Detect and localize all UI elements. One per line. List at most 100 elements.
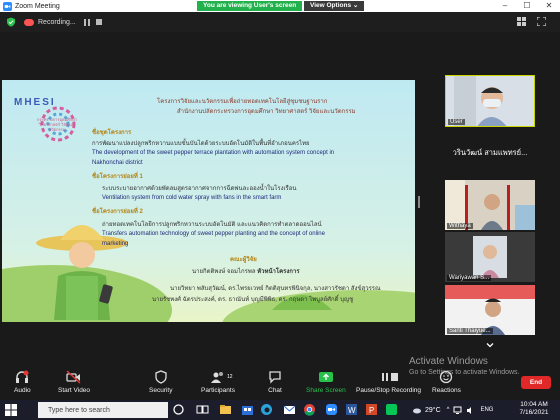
chat-label: Chat [268, 387, 282, 394]
pause-recording-icon[interactable] [83, 18, 90, 26]
language-indicator[interactable]: ENG [480, 407, 493, 413]
tray-chevron-icon[interactable]: ^ [447, 407, 450, 413]
participant-name: Withaya [447, 223, 473, 229]
project-title-th: การพัฒนาแปลงปลูกพริกหวานแบบขั้นบันไดด้วย… [92, 141, 310, 147]
ministry-logo-subtitle: กระทรวงการอุดมศึกษา วิทยาศาสตร์ วิจัยและ… [37, 117, 77, 132]
subproject-1-en: Ventilation system from cold water spray… [102, 195, 282, 201]
participant-tile-active-speaker[interactable]: User [445, 75, 535, 127]
window-title: Zoom Meeting [15, 2, 60, 10]
chrome-icon[interactable] [303, 403, 316, 416]
clock-time: 10:04 AM [520, 401, 548, 408]
share-screen-label: Share Screen [306, 387, 346, 394]
panel-splitter[interactable] [417, 80, 421, 322]
participant-tile[interactable]: Santi Thaiyue... [445, 285, 535, 335]
slide-header-2: สำนักงานปลัดกระทรวงการอุดมศึกษา วิทยาศาส… [177, 109, 356, 115]
shield-icon[interactable] [6, 17, 16, 27]
windows-start-icon[interactable] [5, 404, 17, 416]
shared-screen-slide: MHESI กระทรวงการอุดมศึกษา วิทยาศาสตร์ วิ… [2, 80, 415, 322]
fullscreen-icon[interactable] [537, 17, 546, 26]
project-lead-name: นายกิตติพงษ์ จอมไกรพล [192, 269, 256, 275]
subproject-2-en-1: Transfers automation technology of sweet… [102, 231, 325, 237]
volume-icon[interactable] [466, 406, 475, 415]
mail-icon[interactable] [283, 403, 296, 416]
reactions-label: Reactions [432, 387, 461, 394]
line-app-icon[interactable] [385, 403, 398, 416]
file-explorer-icon[interactable] [219, 403, 232, 416]
word-icon[interactable]: W [345, 403, 358, 416]
chat-icon [269, 371, 281, 384]
recording-indicator: Recording... [24, 16, 102, 28]
shield-icon [155, 370, 167, 384]
zoom-app-icon [3, 1, 12, 11]
svg-text:W: W [348, 406, 356, 415]
pause-stop-recording-button[interactable]: Pause/Stop Recording [356, 366, 421, 400]
taskbar-clock[interactable]: 10:04 AM 7/16/2021 [515, 401, 553, 417]
ministry-logo-text: MHESI [14, 97, 56, 108]
audio-label: Audio [14, 387, 31, 394]
participant-name: Wariyawan S... [447, 275, 492, 281]
project-label: ชื่อชุดโครงการ [92, 130, 132, 136]
taskbar-search-placeholder: Type here to search [48, 406, 110, 414]
share-screen-icon [318, 372, 333, 382]
participants-icon [210, 372, 223, 383]
slide-header-1: โครงการวิจัยและนวัตกรรมเพื่อถ่ายทอดเทคโน… [157, 99, 328, 105]
end-meeting-button[interactable]: End [521, 376, 551, 389]
edge-browser-icon[interactable] [260, 403, 273, 416]
svg-text:P: P [369, 406, 374, 415]
start-video-label: Start Video [58, 387, 91, 394]
participant-name: User [448, 119, 465, 125]
taskbar-search[interactable]: Type here to search [38, 402, 168, 418]
participant-tile[interactable]: Withaya [445, 180, 535, 230]
audio-button[interactable]: Audio [14, 366, 31, 400]
clock-date: 7/16/2021 [519, 409, 549, 416]
smiley-icon [440, 370, 453, 384]
minimize-button[interactable]: – [494, 0, 516, 12]
task-view-icon[interactable] [196, 403, 209, 416]
close-window-button[interactable]: ✕ [538, 0, 560, 12]
project-title-en-2: Nakhonchai district [92, 160, 143, 166]
cortana-icon[interactable] [172, 403, 185, 416]
chat-button[interactable]: Chat [268, 366, 282, 400]
view-options-button[interactable]: View Options ⌄ [304, 1, 365, 11]
splitter-grip[interactable] [418, 196, 420, 208]
pause-stop-recording-label: Pause/Stop Recording [356, 387, 422, 394]
participants-button[interactable]: Participants [201, 366, 235, 400]
participants-label: Participants [201, 387, 235, 394]
participant-name: Santi Thaiyue... [447, 328, 493, 334]
project-lead: นายกิตติพงษ์ จอมไกรพล หัวหน้าโครงการ [192, 266, 300, 276]
powerpoint-icon[interactable]: P [365, 403, 378, 416]
gallery-view-icon[interactable] [517, 17, 526, 26]
weather-cloud-icon [413, 408, 421, 414]
store-icon[interactable] [241, 403, 254, 416]
start-video-button[interactable]: Start Video [58, 366, 90, 400]
share-screen-button[interactable]: Share Screen [306, 366, 346, 400]
headphone-icon [16, 370, 29, 383]
security-label: Security [149, 387, 173, 394]
maximize-button[interactable]: ☐ [516, 0, 538, 12]
subproject-1-label: ชื่อโครงการย่อยที่ 1 [92, 174, 143, 180]
security-button[interactable]: Security [149, 366, 172, 400]
research-team-label: คณะผู้วิจัย [230, 257, 257, 263]
project-lead-role: หัวหน้าโครงการ [257, 269, 300, 275]
project-title-en-1: The development of the sweet pepper terr… [92, 150, 335, 156]
subproject-1-th: ระบบระบายอากาศด้วยพัดลมสูตรอากาศจากการฉี… [102, 186, 297, 192]
pause-stop-icon [381, 373, 398, 381]
zoom-taskbar-icon[interactable] [325, 403, 338, 416]
video-off-icon [66, 370, 81, 384]
viewing-screen-banner: You are viewing User's screen [197, 1, 303, 11]
subproject-2-label: ชื่อโครงการย่อยที่ 2 [92, 209, 143, 215]
temperature-label: 29°C [425, 406, 441, 414]
recording-label: Recording... [38, 18, 76, 26]
subproject-2-en-2: marketing [102, 241, 129, 247]
team-members-2: นายรัชพงศ์ ฉัตรประสงค์, ดร. ธาณันท์ บุญม… [152, 297, 354, 303]
participant-tile[interactable]: Wariyawan S... [445, 232, 535, 282]
stop-recording-icon[interactable] [95, 19, 102, 25]
system-tray: 29°C ^ ENG [412, 401, 493, 419]
participants-count: 12 [227, 374, 233, 380]
network-icon[interactable] [453, 406, 462, 415]
team-members-1: นายวิทยา พลับสุวัฒน์, ดร.ไพรยเวทย์ กิตติ… [170, 286, 381, 292]
participant-name-only-tile[interactable]: วรินวัฒน์ สามแพทรย์... [445, 147, 535, 159]
subproject-2-th: ถ่ายทอดเทคโนโลยีการปลูกพริกหวานระบบอัตโน… [102, 222, 322, 228]
chevron-down-icon[interactable] [485, 340, 495, 350]
reactions-button[interactable]: Reactions [432, 366, 461, 400]
